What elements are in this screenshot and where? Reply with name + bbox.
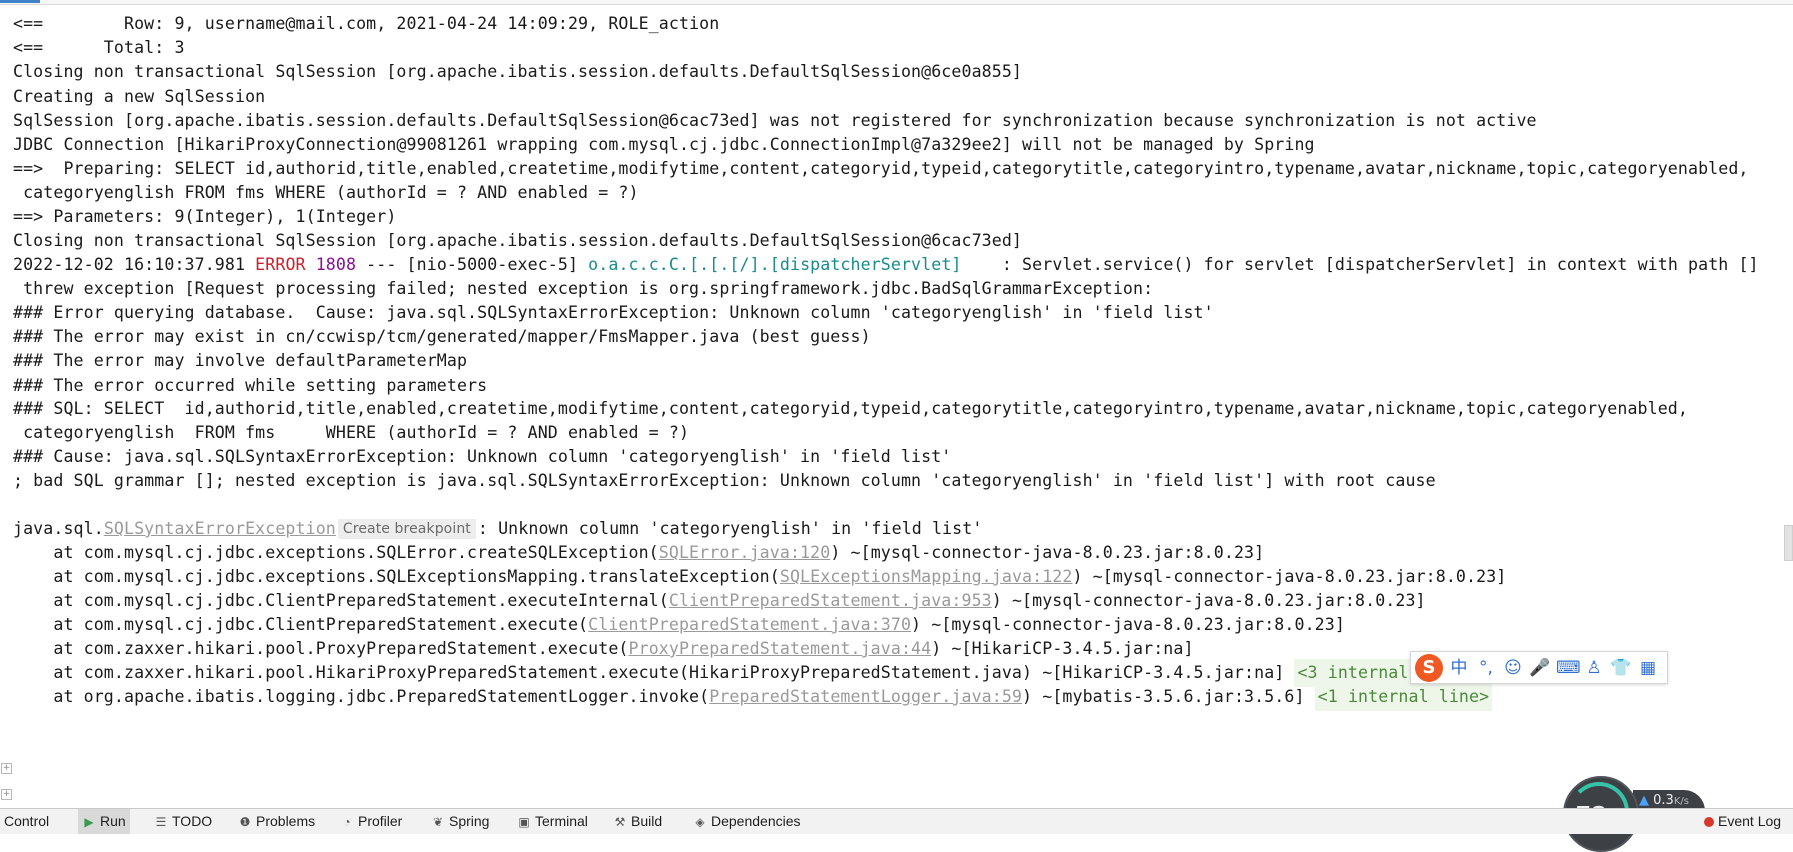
- active-tab-indicator: [0, 0, 40, 3]
- source-link[interactable]: SQLError.java:120: [659, 543, 831, 562]
- tab-todo[interactable]: ☰ TODO: [150, 809, 216, 834]
- expand-internal-lines-icon[interactable]: +: [1, 789, 12, 800]
- expand-internal-lines-icon[interactable]: +: [1, 763, 12, 774]
- source-link[interactable]: ProxyPreparedStatement.java:44: [629, 639, 932, 658]
- tab-profiler[interactable]: ◔ Profiler: [336, 809, 406, 834]
- microphone-icon[interactable]: 🎤: [1529, 657, 1551, 679]
- ime-toolbar[interactable]: S 中 °, ☺ 🎤 ⌨ ♙ 👕 ▦: [1410, 651, 1668, 684]
- tab-run[interactable]: ▶ Run: [78, 809, 130, 834]
- tab-problems[interactable]: ❶ Problems: [234, 809, 319, 834]
- chinese-mode-icon[interactable]: 中: [1448, 657, 1470, 679]
- source-link[interactable]: PreparedStatementLogger.java:59: [709, 687, 1022, 706]
- todo-list-icon: ☰: [155, 814, 167, 829]
- tab-terminal[interactable]: ▣ Terminal: [513, 809, 592, 834]
- source-link[interactable]: SQLExceptionsMapping.java:122: [780, 567, 1073, 586]
- source-link[interactable]: ClientPreparedStatement.java:953: [669, 591, 992, 610]
- user-icon[interactable]: ♙: [1583, 657, 1605, 679]
- emoji-icon[interactable]: ☺: [1502, 657, 1524, 679]
- console-line: ; bad SQL grammar []; nested exception i…: [13, 471, 1436, 490]
- logger-name: o.a.c.c.C.[.[.[/].[dispatcherServlet]: [588, 255, 962, 274]
- source-link[interactable]: ClientPreparedStatement.java:370: [588, 615, 911, 634]
- tool-window-bar: Control ▶ Run ☰ TODO ❶ Problems ◔ Profiler ❦…: [0, 808, 1793, 834]
- tab-event-log[interactable]: Event Log: [1700, 809, 1785, 834]
- spring-leaf-icon: ❦: [432, 814, 444, 829]
- upload-rate: 0.3: [1653, 793, 1674, 808]
- console-line: ### The error may involve defaultParamet…: [13, 351, 468, 370]
- toolbox-grid-icon[interactable]: ▦: [1637, 657, 1659, 679]
- profiler-icon: ◔: [343, 814, 351, 829]
- skin-shirt-icon[interactable]: 👕: [1610, 657, 1632, 679]
- run-console[interactable]: <== Row: 9, username@mail.com, 2021-04-2…: [0, 0, 1793, 808]
- run-icon: ▶: [84, 814, 94, 829]
- keyboard-icon[interactable]: ⌨: [1556, 657, 1581, 679]
- tab-spring[interactable]: ❦ Spring: [427, 809, 493, 834]
- upload-arrow-icon: ▲: [1639, 793, 1649, 808]
- tab-build[interactable]: ⚒ Build: [609, 809, 666, 834]
- sogou-logo-icon[interactable]: S: [1415, 653, 1443, 682]
- exception-class-link[interactable]: SQLSyntaxErrorException: [104, 519, 336, 538]
- punctuation-icon[interactable]: °,: [1475, 657, 1497, 679]
- console-line: Closing non transactional SqlSession [or…: [13, 62, 1023, 81]
- internal-lines-fold[interactable]: <1 internal line>: [1314, 683, 1493, 711]
- vertical-scrollbar-thumb[interactable]: [1784, 525, 1793, 561]
- stack-frame: at org.apache.ibatis.logging.jdbc.Prepar…: [13, 683, 1493, 711]
- tab-dependencies[interactable]: ◈ Dependencies: [689, 809, 805, 834]
- event-log-error-icon: [1704, 816, 1714, 827]
- problems-icon: ❶: [239, 814, 251, 829]
- build-hammer-icon: ⚒: [614, 814, 626, 829]
- log-level-error: ERROR: [255, 255, 306, 274]
- terminal-icon: ▣: [518, 814, 530, 829]
- create-breakpoint-button[interactable]: Create breakpoint: [337, 519, 476, 539]
- process-id: 1808: [315, 255, 357, 274]
- dependencies-icon: ◈: [695, 814, 705, 829]
- console-top-border: [0, 0, 1793, 5]
- tab-version-control[interactable]: Control: [0, 809, 53, 834]
